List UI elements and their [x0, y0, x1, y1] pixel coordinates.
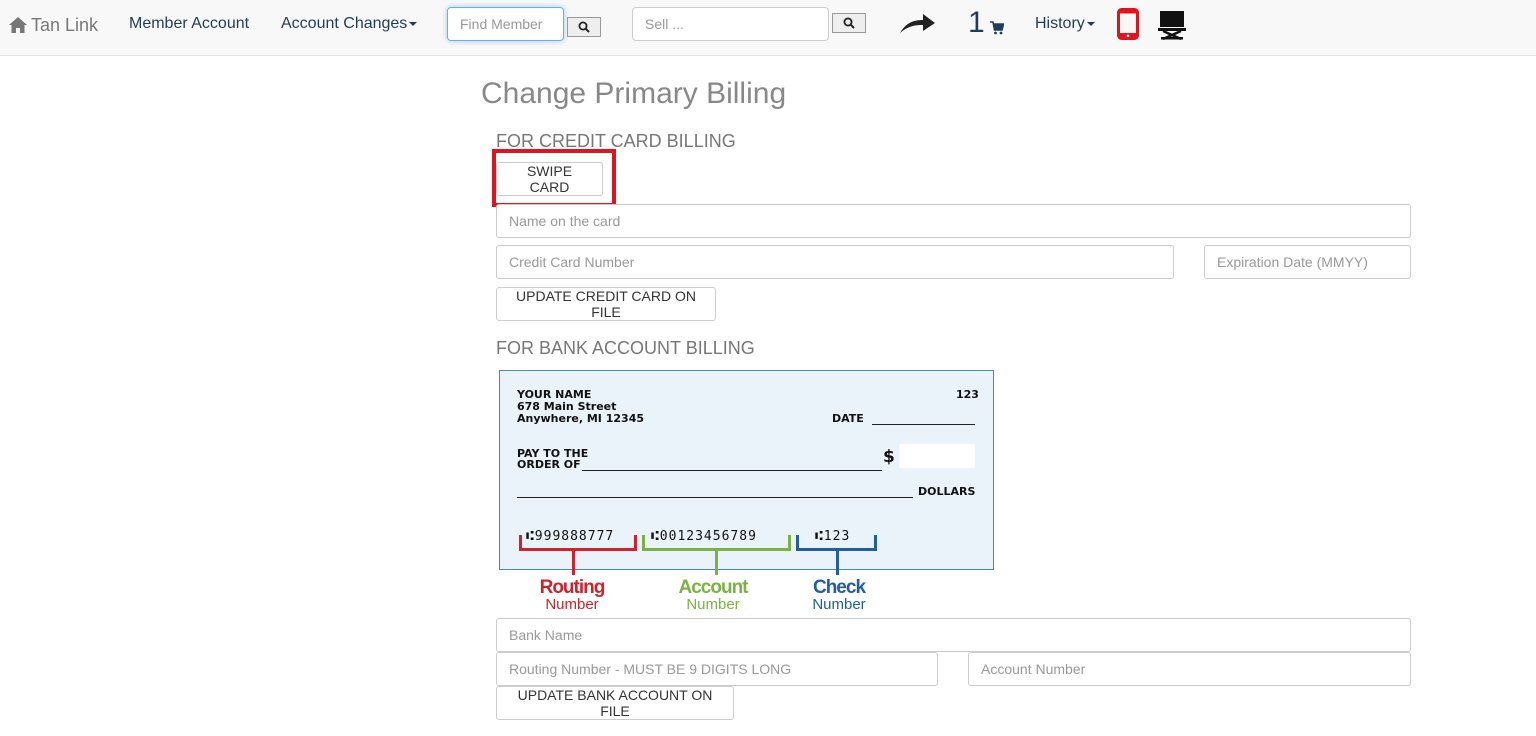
bank-name-input[interactable]: [496, 618, 1411, 652]
routing-number-input[interactable]: [496, 652, 938, 686]
check-amount-box: [899, 444, 975, 468]
update-bank-account-button[interactable]: UPDATE BANK ACCOUNT ON FILE: [496, 686, 734, 720]
check-dollars-label: DOLLARS: [918, 485, 976, 498]
update-credit-card-button[interactable]: UPDATE CREDIT CARD ON FILE: [496, 287, 716, 321]
check-dollar-sign: $: [883, 447, 895, 467]
account-bracket: [642, 535, 791, 551]
account-changes-label: Account Changes: [281, 15, 408, 32]
sell-search-button[interactable]: [832, 13, 866, 33]
account-number-input[interactable]: [968, 652, 1411, 686]
kiosk-icon[interactable]: [1158, 10, 1186, 40]
history-dropdown[interactable]: History: [1035, 15, 1095, 33]
check-caption-title: Check: [812, 577, 866, 598]
search-icon: [578, 21, 590, 33]
check-caption-sub: Number: [812, 596, 866, 613]
check-pay-label-2: ORDER OF: [517, 458, 581, 471]
check-bracket: [796, 535, 877, 551]
brand-label: Tan Link: [31, 14, 99, 35]
routing-caption-sub: Number: [545, 596, 599, 613]
search-icon: [843, 17, 855, 29]
history-label: History: [1035, 15, 1085, 32]
account-caption-sub: Number: [686, 596, 740, 613]
routing-caption-title: Routing: [539, 577, 606, 598]
cart-icon[interactable]: [990, 21, 1004, 35]
find-member-search-button[interactable]: [567, 17, 601, 37]
caret-down-icon: [409, 21, 418, 26]
member-account-link[interactable]: Member Account: [129, 15, 249, 33]
sample-check-image: YOUR NAME 678 Main Street Anywhere, MI 1…: [499, 370, 994, 575]
account-caption: Account Number: [663, 577, 763, 613]
card-expiration-input[interactable]: [1204, 245, 1411, 279]
routing-caption: Routing Number: [522, 577, 622, 613]
arrow-icon[interactable]: [898, 12, 936, 36]
navbar: Tan Link Member Account Account Changes …: [0, 0, 1536, 56]
caret-down-icon: [1086, 21, 1095, 26]
routing-bracket: [519, 535, 637, 551]
sell-input[interactable]: [632, 7, 829, 41]
find-member-input[interactable]: [447, 7, 564, 41]
mobile-icon[interactable]: [1117, 8, 1139, 40]
account-caption-title: Account: [678, 577, 749, 598]
check-city: Anywhere, MI 12345: [517, 412, 644, 425]
card-name-input[interactable]: [496, 204, 1411, 238]
credit-card-heading: FOR CREDIT CARD BILLING: [496, 131, 736, 151]
swipe-card-button[interactable]: SWIPE CARD: [496, 162, 603, 196]
home-icon: [9, 17, 27, 33]
check-caption: Check Number: [789, 577, 889, 613]
card-number-input[interactable]: [496, 245, 1174, 279]
cart-count: 1: [968, 6, 985, 39]
cart-link[interactable]: 1: [968, 6, 985, 40]
check-date-label: DATE: [832, 412, 864, 425]
page-title: Change Primary Billing: [481, 77, 787, 110]
bank-account-heading: FOR BANK ACCOUNT BILLING: [496, 338, 755, 358]
check-number-label: 123: [956, 388, 979, 401]
account-changes-dropdown[interactable]: Account Changes: [281, 15, 418, 33]
brand-link[interactable]: Tan Link: [8, 12, 98, 38]
